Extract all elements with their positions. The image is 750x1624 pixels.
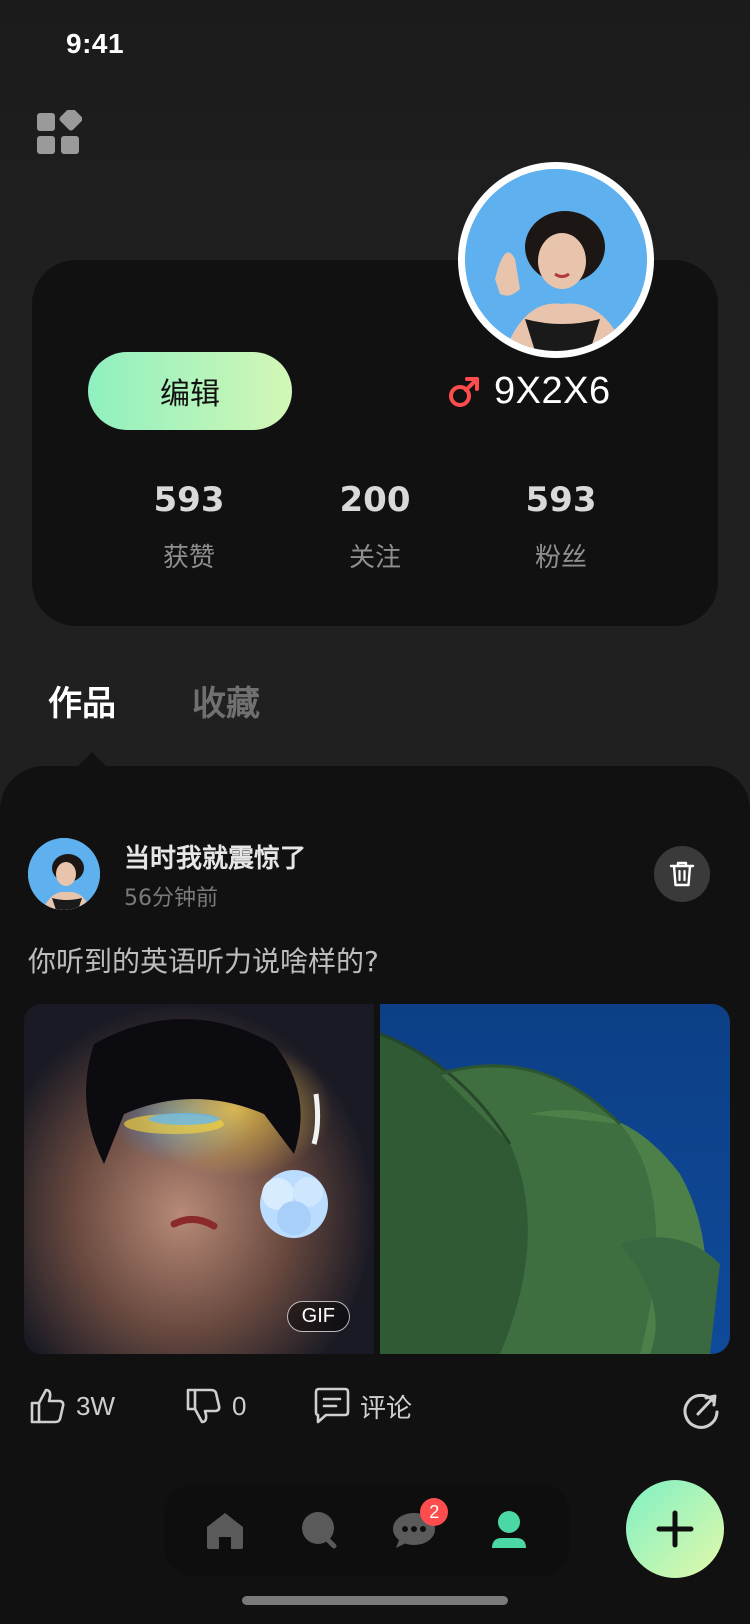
profile-avatar[interactable]	[458, 162, 654, 358]
dislike-count: 0	[232, 1390, 247, 1421]
stat-likes[interactable]: 593 获赞	[119, 480, 259, 574]
like-button[interactable]: 3W	[28, 1386, 115, 1426]
gif-badge: GIF	[286, 1301, 350, 1332]
dislike-button[interactable]: 0	[184, 1386, 246, 1426]
post-image-portrait[interactable]: GIF	[24, 1004, 374, 1354]
nav-messages[interactable]: 2	[384, 1498, 449, 1560]
nav-profile[interactable]	[479, 1500, 539, 1560]
tab-favorites[interactable]: 收藏	[192, 676, 260, 725]
nav-discover[interactable]	[290, 1500, 350, 1560]
comment-label: 评论	[360, 1392, 413, 1423]
home-indicator	[242, 1596, 508, 1605]
stat-following[interactable]: 200 关注	[305, 480, 445, 574]
post-image-grid: GIF	[24, 1004, 730, 1354]
comment-button[interactable]: 评论	[312, 1386, 412, 1426]
edit-profile-button[interactable]: 编辑	[88, 352, 292, 430]
share-icon[interactable]	[680, 1388, 722, 1430]
tab-works[interactable]: 作品	[48, 676, 116, 725]
create-post-button[interactable]	[626, 1480, 724, 1578]
username: 9X2X6	[494, 370, 611, 412]
thumbs-up-icon	[30, 1388, 65, 1424]
profile-icon	[491, 1511, 526, 1548]
nav-home[interactable]	[195, 1500, 255, 1560]
discover-icon	[301, 1512, 337, 1549]
stat-value: 593	[153, 480, 225, 520]
apps-grid-icon[interactable]	[36, 107, 83, 156]
thumbs-down-icon	[186, 1388, 221, 1424]
status-time: 9:41	[66, 28, 125, 59]
trash-icon	[669, 861, 695, 887]
plus-icon	[656, 1510, 694, 1548]
like-count: 3W	[76, 1390, 115, 1421]
stat-value: 593	[525, 480, 597, 520]
home-icon	[207, 1513, 244, 1549]
comment-icon	[314, 1387, 350, 1424]
stat-label: 粉丝	[534, 543, 587, 573]
male-icon	[447, 375, 481, 409]
stat-value: 200	[339, 480, 411, 520]
delete-post-button[interactable]	[654, 846, 710, 902]
post-timestamp: 56分钟前	[124, 886, 218, 911]
post-text: 你听到的英语听力说啥样的?	[28, 945, 379, 978]
message-badge: 2	[420, 1498, 449, 1526]
post-author-avatar[interactable]	[28, 838, 100, 910]
post-author-name[interactable]: 当时我就震惊了	[124, 838, 306, 875]
stat-label: 关注	[348, 543, 401, 573]
profile-screen: 9:41 编辑 9X2X6 593 获赞 200 关注 593 粉丝 作品 收藏…	[0, 0, 750, 1624]
bottom-nav: 2	[164, 1484, 570, 1576]
stat-label: 获赞	[162, 543, 215, 573]
stat-followers[interactable]: 593 粉丝	[491, 480, 631, 574]
post-image-leaves[interactable]	[380, 1004, 730, 1354]
